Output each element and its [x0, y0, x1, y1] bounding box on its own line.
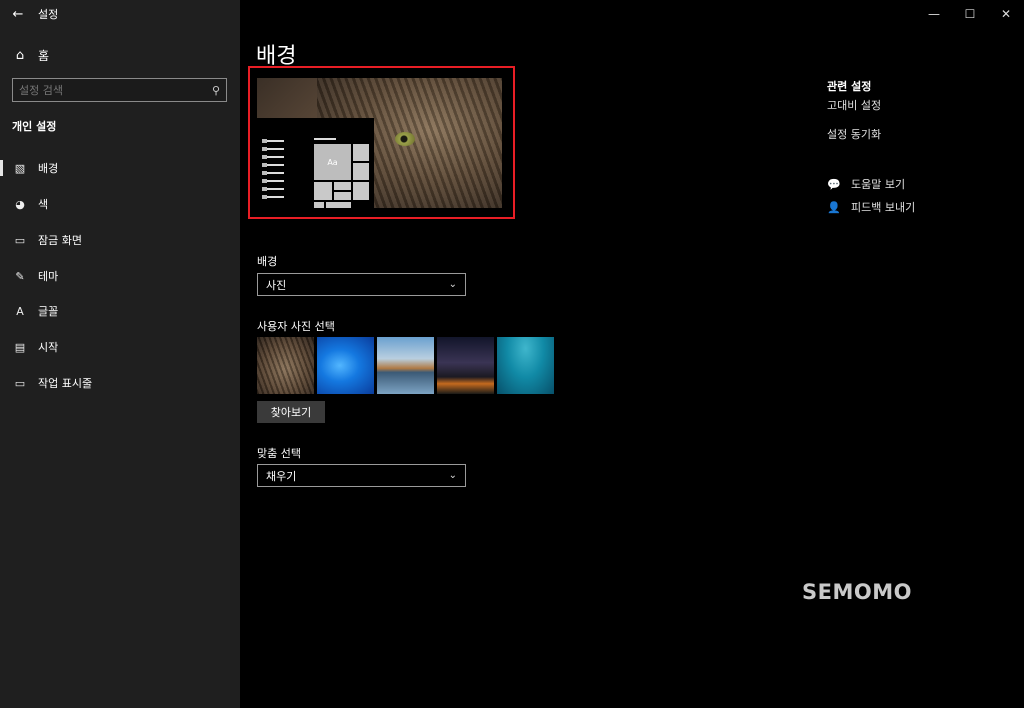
theme-icon: ✎	[15, 269, 25, 283]
give-feedback-link[interactable]: 👤 피드백 보내기	[827, 199, 915, 215]
preview-tile	[314, 202, 324, 208]
choose-picture-label: 사용자 사진 선택	[257, 320, 335, 333]
sidebar-item-label: 색	[38, 198, 49, 211]
settings-search-box[interactable]: ⚲	[12, 78, 227, 102]
sidebar-item-color[interactable]: ◕ 색	[0, 189, 240, 219]
feedback-icon: 👤	[827, 200, 841, 214]
sidebar-item-label: 잠금 화면	[38, 234, 82, 247]
sidebar-item-label: 배경	[38, 162, 59, 175]
maximize-icon[interactable]: ☐	[952, 0, 988, 28]
sidebar-item-fonts[interactable]: A 글꼴	[0, 296, 240, 326]
background-type-value: 사진	[266, 278, 287, 292]
sidebar-item-background[interactable]: ▧ 배경	[0, 153, 240, 183]
help-icon: 💬	[827, 177, 841, 191]
font-icon: A	[16, 304, 24, 318]
preview-tile	[334, 182, 351, 190]
preview-tile	[353, 144, 369, 161]
preview-tile	[353, 163, 369, 180]
picture-thumbnail-cat[interactable]	[257, 337, 314, 394]
sidebar-item-theme[interactable]: ✎ 테마	[0, 261, 240, 291]
sidebar-item-label: 시작	[38, 341, 59, 354]
preview-sample-tile: Aa	[314, 144, 351, 180]
related-settings-title: 관련 설정	[827, 80, 872, 93]
cat-eye	[395, 132, 415, 146]
taskbar-icon: ▭	[14, 376, 26, 390]
fit-dropdown[interactable]: 채우기 ⌄	[257, 464, 466, 487]
sidebar-item-taskbar[interactable]: ▭ 작업 표시줄	[0, 368, 240, 398]
minimize-icon[interactable]: —	[916, 0, 952, 28]
app-title: 설정	[38, 8, 59, 21]
give-feedback-label: 피드백 보내기	[851, 201, 916, 214]
preview-mock-header	[314, 138, 336, 140]
palette-icon: ◕	[15, 197, 25, 211]
section-label: 개인 설정	[12, 120, 57, 133]
sidebar: ← 설정 ⌂ 홈 ⚲ 개인 설정 ▧ 배경 ◕ 색 ▭ 잠금 화면 ✎ 테마 A…	[0, 0, 240, 708]
preview-mock-list	[262, 139, 284, 204]
back-arrow-icon[interactable]: ←	[0, 0, 36, 28]
main-content: — ☐ ✕ 배경 Aa 배경 사진 ⌄ 사용자 사진 선택 찾아보기 맞춤 선택…	[240, 0, 1024, 708]
picture-thumbnail-beach[interactable]	[377, 337, 434, 394]
close-icon[interactable]: ✕	[988, 0, 1024, 28]
sync-settings-link[interactable]: 설정 동기화	[827, 126, 881, 142]
start-icon: ▤	[14, 340, 26, 354]
sidebar-item-lock-screen[interactable]: ▭ 잠금 화면	[0, 225, 240, 255]
sidebar-item-label: 테마	[38, 270, 59, 283]
background-preview: Aa	[257, 78, 502, 208]
search-input[interactable]	[19, 83, 212, 97]
get-help-label: 도움말 보기	[851, 178, 906, 191]
home-nav-item[interactable]: ⌂ 홈	[12, 44, 49, 66]
sidebar-item-start[interactable]: ▤ 시작	[0, 332, 240, 362]
get-help-link[interactable]: 💬 도움말 보기	[827, 176, 905, 192]
picture-thumbnail-windows[interactable]	[317, 337, 374, 394]
browse-button[interactable]: 찾아보기	[257, 401, 325, 423]
home-icon: ⌂	[15, 47, 25, 63]
preview-mock-window: Aa	[257, 118, 374, 208]
fit-label: 맞춤 선택	[257, 447, 301, 460]
fit-value: 채우기	[266, 469, 297, 483]
high-contrast-link[interactable]: 고대비 설정	[827, 97, 881, 113]
preview-tile	[326, 202, 351, 208]
preview-tile	[314, 182, 332, 200]
sidebar-titlebar: ← 설정	[0, 0, 240, 28]
chevron-down-icon: ⌄	[448, 470, 457, 481]
chevron-down-icon: ⌄	[448, 279, 457, 290]
picture-icon: ▧	[14, 161, 26, 175]
sidebar-item-label: 작업 표시줄	[38, 377, 93, 390]
window-controls: — ☐ ✕	[916, 0, 1024, 28]
preview-tile	[353, 182, 369, 200]
watermark: SEMOMO	[802, 580, 912, 604]
picture-thumbnail-night-sky[interactable]	[437, 337, 494, 394]
search-icon[interactable]: ⚲	[212, 84, 220, 97]
home-label: 홈	[38, 48, 50, 63]
sidebar-item-label: 글꼴	[38, 305, 59, 318]
picture-thumbnail-underwater[interactable]	[497, 337, 554, 394]
background-label: 배경	[257, 255, 278, 268]
preview-tile	[334, 192, 351, 200]
background-type-dropdown[interactable]: 사진 ⌄	[257, 273, 466, 296]
lock-screen-icon: ▭	[14, 233, 26, 247]
active-indicator	[0, 160, 3, 176]
recent-pictures	[257, 337, 554, 394]
